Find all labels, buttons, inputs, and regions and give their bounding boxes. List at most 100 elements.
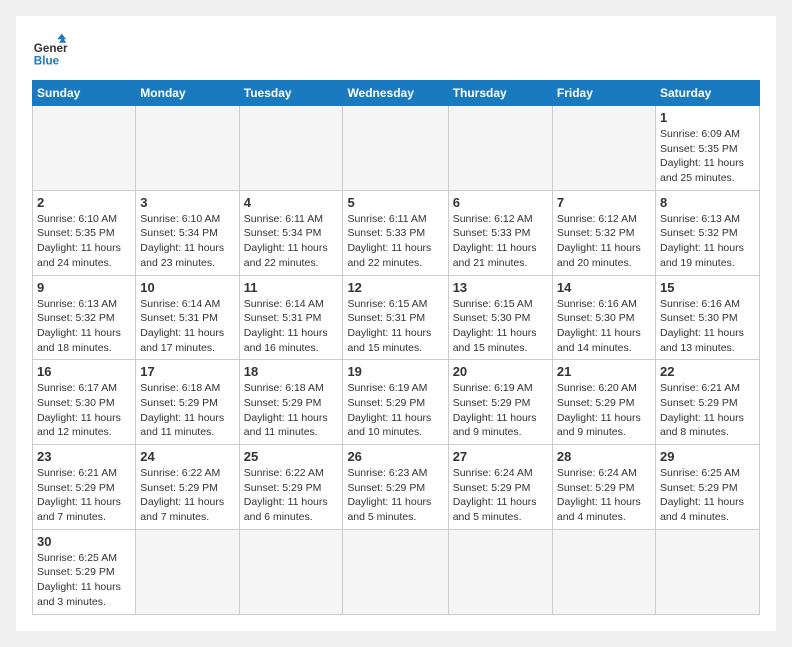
- calendar-cell: 29Sunrise: 6:25 AM Sunset: 5:29 PM Dayli…: [655, 445, 759, 530]
- day-header-wednesday: Wednesday: [343, 81, 448, 106]
- calendar-cell: 2 Sunrise: 6:10 AM Sunset: 5:35 PM Daylig…: [33, 190, 136, 275]
- calendar-cell: 8 Sunrise: 6:13 AM Sunset: 5:32 PM Daylig…: [655, 190, 759, 275]
- calendar-cell: [448, 106, 552, 191]
- calendar: SundayMondayTuesdayWednesdayThursdayFrid…: [32, 80, 760, 615]
- day-info: Sunrise: 6:16 AM Sunset: 5:30 PM Dayligh…: [557, 297, 651, 356]
- calendar-cell: 19Sunrise: 6:19 AM Sunset: 5:29 PM Dayli…: [343, 360, 448, 445]
- calendar-cell: 16 Sunrise: 6:17 AM Sunset: 5:30 PM Dayli…: [33, 360, 136, 445]
- day-info: Sunrise: 6:13 AM Sunset: 5:32 PM Dayligh…: [660, 212, 755, 271]
- calendar-cell: [552, 106, 655, 191]
- day-number: 28: [557, 449, 651, 464]
- week-row-3: 16 Sunrise: 6:17 AM Sunset: 5:30 PM Dayli…: [33, 360, 760, 445]
- calendar-cell: 26 Sunrise: 6:23 AM Sunset: 5:29 PM Dayli…: [343, 445, 448, 530]
- day-info: Sunrise: 6:11 AM Sunset: 5:34 PM Dayligh…: [244, 212, 339, 271]
- day-number: 22: [660, 364, 755, 379]
- day-number: 15: [660, 280, 755, 295]
- day-info: Sunrise: 6:25 AM Sunset: 5:29 PM Dayligh…: [37, 551, 131, 610]
- day-header-sunday: Sunday: [33, 81, 136, 106]
- day-header-thursday: Thursday: [448, 81, 552, 106]
- day-info: Sunrise: 6:13 AM Sunset: 5:32 PM Dayligh…: [37, 297, 131, 356]
- calendar-cell: 1Sunrise: 6:09 AM Sunset: 5:35 PM Daylig…: [655, 106, 759, 191]
- week-row-2: 9 Sunrise: 6:13 AM Sunset: 5:32 PM Daylig…: [33, 275, 760, 360]
- calendar-cell: [239, 529, 343, 614]
- day-header-friday: Friday: [552, 81, 655, 106]
- day-number: 11: [244, 280, 339, 295]
- calendar-cell: 28 Sunrise: 6:24 AM Sunset: 5:29 PM Dayli…: [552, 445, 655, 530]
- day-info: Sunrise: 6:25 AM Sunset: 5:29 PM Dayligh…: [660, 466, 755, 525]
- day-info: Sunrise: 6:22 AM Sunset: 5:29 PM Dayligh…: [140, 466, 234, 525]
- svg-text:Blue: Blue: [34, 54, 60, 67]
- day-number: 17: [140, 364, 234, 379]
- calendar-cell: 14 Sunrise: 6:16 AM Sunset: 5:30 PM Dayli…: [552, 275, 655, 360]
- day-number: 5: [347, 195, 443, 210]
- calendar-cell: 24 Sunrise: 6:22 AM Sunset: 5:29 PM Dayli…: [136, 445, 239, 530]
- page: General Blue SundayMondayTuesdayWednesda…: [16, 16, 776, 631]
- calendar-cell: 11Sunrise: 6:14 AM Sunset: 5:31 PM Dayli…: [239, 275, 343, 360]
- calendar-cell: [239, 106, 343, 191]
- day-info: Sunrise: 6:21 AM Sunset: 5:29 PM Dayligh…: [37, 466, 131, 525]
- day-info: Sunrise: 6:18 AM Sunset: 5:29 PM Dayligh…: [244, 381, 339, 440]
- calendar-cell: [136, 529, 239, 614]
- calendar-cell: 18 Sunrise: 6:18 AM Sunset: 5:29 PM Dayli…: [239, 360, 343, 445]
- calendar-cell: 20Sunrise: 6:19 AM Sunset: 5:29 PM Dayli…: [448, 360, 552, 445]
- calendar-cell: 30 Sunrise: 6:25 AM Sunset: 5:29 PM Dayli…: [33, 529, 136, 614]
- day-number: 2: [37, 195, 131, 210]
- calendar-cell: 22 Sunrise: 6:21 AM Sunset: 5:29 PM Dayli…: [655, 360, 759, 445]
- calendar-cell: 23Sunrise: 6:21 AM Sunset: 5:29 PM Dayli…: [33, 445, 136, 530]
- week-row-1: 2 Sunrise: 6:10 AM Sunset: 5:35 PM Daylig…: [33, 190, 760, 275]
- logo-icon: General Blue: [32, 32, 68, 68]
- day-info: Sunrise: 6:10 AM Sunset: 5:34 PM Dayligh…: [140, 212, 234, 271]
- day-info: Sunrise: 6:17 AM Sunset: 5:30 PM Dayligh…: [37, 381, 131, 440]
- day-number: 25: [244, 449, 339, 464]
- day-info: Sunrise: 6:14 AM Sunset: 5:31 PM Dayligh…: [140, 297, 234, 356]
- day-number: 19: [347, 364, 443, 379]
- calendar-cell: 21Sunrise: 6:20 AM Sunset: 5:29 PM Dayli…: [552, 360, 655, 445]
- calendar-cell: 25Sunrise: 6:22 AM Sunset: 5:29 PM Dayli…: [239, 445, 343, 530]
- calendar-cell: [343, 106, 448, 191]
- day-info: Sunrise: 6:16 AM Sunset: 5:30 PM Dayligh…: [660, 297, 755, 356]
- day-info: Sunrise: 6:15 AM Sunset: 5:30 PM Dayligh…: [453, 297, 548, 356]
- day-number: 4: [244, 195, 339, 210]
- day-info: Sunrise: 6:10 AM Sunset: 5:35 PM Dayligh…: [37, 212, 131, 271]
- day-info: Sunrise: 6:20 AM Sunset: 5:29 PM Dayligh…: [557, 381, 651, 440]
- day-number: 13: [453, 280, 548, 295]
- calendar-cell: [33, 106, 136, 191]
- calendar-cell: 5 Sunrise: 6:11 AM Sunset: 5:33 PM Daylig…: [343, 190, 448, 275]
- day-info: Sunrise: 6:19 AM Sunset: 5:29 PM Dayligh…: [453, 381, 548, 440]
- day-number: 9: [37, 280, 131, 295]
- calendar-cell: [655, 529, 759, 614]
- day-number: 24: [140, 449, 234, 464]
- day-number: 14: [557, 280, 651, 295]
- calendar-cell: 13 Sunrise: 6:15 AM Sunset: 5:30 PM Dayli…: [448, 275, 552, 360]
- day-header-saturday: Saturday: [655, 81, 759, 106]
- calendar-cell: [552, 529, 655, 614]
- day-number: 30: [37, 534, 131, 549]
- day-number: 26: [347, 449, 443, 464]
- week-row-4: 23Sunrise: 6:21 AM Sunset: 5:29 PM Dayli…: [33, 445, 760, 530]
- calendar-cell: 10 Sunrise: 6:14 AM Sunset: 5:31 PM Dayli…: [136, 275, 239, 360]
- calendar-cell: 4 Sunrise: 6:11 AM Sunset: 5:34 PM Daylig…: [239, 190, 343, 275]
- day-number: 8: [660, 195, 755, 210]
- day-number: 16: [37, 364, 131, 379]
- day-number: 3: [140, 195, 234, 210]
- day-number: 10: [140, 280, 234, 295]
- header: General Blue: [32, 32, 760, 68]
- calendar-cell: 12Sunrise: 6:15 AM Sunset: 5:31 PM Dayli…: [343, 275, 448, 360]
- day-number: 6: [453, 195, 548, 210]
- day-number: 18: [244, 364, 339, 379]
- logo: General Blue: [32, 32, 68, 68]
- day-info: Sunrise: 6:11 AM Sunset: 5:33 PM Dayligh…: [347, 212, 443, 271]
- day-info: Sunrise: 6:21 AM Sunset: 5:29 PM Dayligh…: [660, 381, 755, 440]
- day-info: Sunrise: 6:15 AM Sunset: 5:31 PM Dayligh…: [347, 297, 443, 356]
- calendar-cell: 15 Sunrise: 6:16 AM Sunset: 5:30 PM Dayli…: [655, 275, 759, 360]
- day-header-tuesday: Tuesday: [239, 81, 343, 106]
- calendar-cell: 3 Sunrise: 6:10 AM Sunset: 5:34 PM Daylig…: [136, 190, 239, 275]
- day-info: Sunrise: 6:24 AM Sunset: 5:29 PM Dayligh…: [557, 466, 651, 525]
- day-info: Sunrise: 6:18 AM Sunset: 5:29 PM Dayligh…: [140, 381, 234, 440]
- calendar-cell: [448, 529, 552, 614]
- week-row-5: 30 Sunrise: 6:25 AM Sunset: 5:29 PM Dayli…: [33, 529, 760, 614]
- calendar-cell: 17 Sunrise: 6:18 AM Sunset: 5:29 PM Dayli…: [136, 360, 239, 445]
- day-info: Sunrise: 6:23 AM Sunset: 5:29 PM Dayligh…: [347, 466, 443, 525]
- calendar-header-row: SundayMondayTuesdayWednesdayThursdayFrid…: [33, 81, 760, 106]
- week-row-0: 1Sunrise: 6:09 AM Sunset: 5:35 PM Daylig…: [33, 106, 760, 191]
